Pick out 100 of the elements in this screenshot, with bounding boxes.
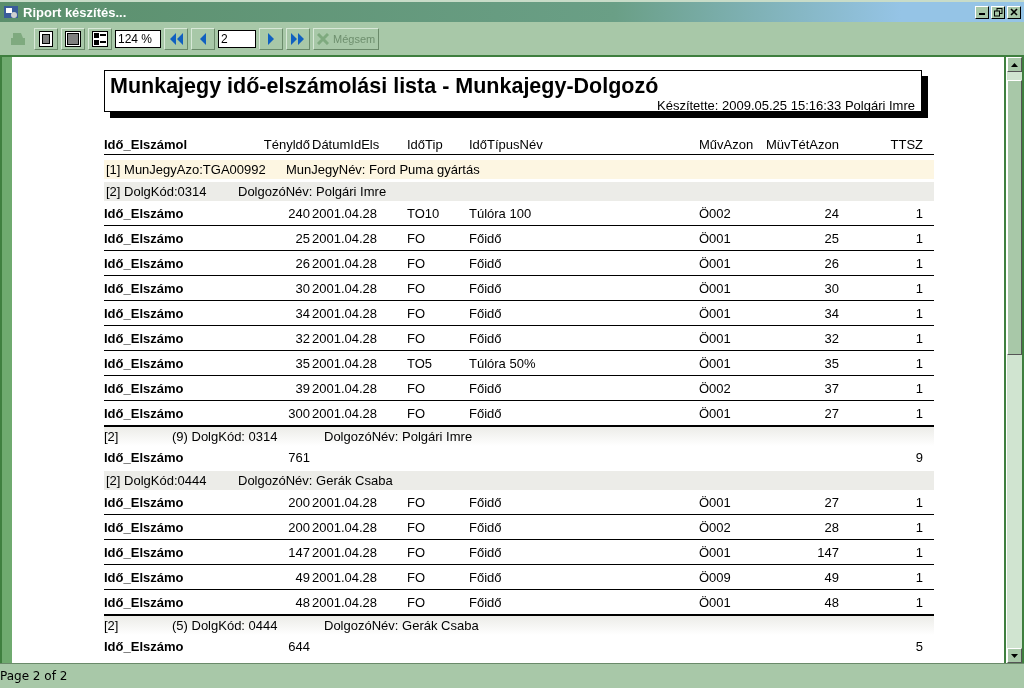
ticket-id-text: [1] MunJegyAzo:TGA00992 — [106, 162, 267, 177]
first-page-button[interactable] — [164, 27, 188, 50]
row-label: Idő_Elszámo — [104, 380, 185, 396]
table-cell-text: 2001.04.28 — [312, 230, 379, 246]
total-count: 9 — [914, 449, 924, 465]
table-cell-text: 2001.04.28 — [312, 494, 379, 510]
table-cell-text: 2001.04.28 — [312, 569, 379, 585]
restore-button[interactable] — [991, 5, 1005, 19]
employee-name-text: DolgozóNév: Polgári Imre — [238, 184, 387, 199]
table-cell-text: 39 — [294, 380, 311, 396]
table-cell-text: 1 — [914, 255, 924, 271]
table-cell-text: 2001.04.28 — [312, 280, 379, 296]
page-button[interactable] — [61, 27, 85, 50]
minimize-button[interactable] — [975, 5, 989, 19]
table-cell-text: 37 — [823, 380, 840, 396]
table-cell-text: 1 — [914, 494, 924, 510]
employee-count-code-text: (5) DolgKód: 0444 — [172, 618, 279, 633]
row-label: Idő_Elszámo — [104, 519, 185, 535]
scroll-up-button[interactable] — [1007, 57, 1022, 72]
employee-name-text: DolgozóNév: Polgári Imre — [324, 429, 473, 444]
table-cell-text: Főidő — [469, 594, 503, 610]
close-button[interactable] — [1007, 5, 1021, 19]
table-cell-text: 2001.04.28 — [312, 519, 379, 535]
table-cell-text: 1 — [914, 280, 924, 296]
table-cell-text: 26 — [294, 255, 311, 271]
table-cell-text: 1 — [914, 569, 924, 585]
row-label: Idő_Elszámo — [104, 305, 185, 321]
double-right-arrow-icon — [290, 30, 306, 47]
total-label: Idő_Elszámo — [104, 638, 185, 654]
table-cell-text: 25 — [823, 230, 840, 246]
table-cell-text: Főidő — [469, 569, 503, 585]
row-label: Idő_Elszámo — [104, 405, 185, 421]
total-count: 5 — [914, 638, 924, 654]
column-header: IdőTip — [407, 136, 444, 152]
table-cell-text: Ö001 — [699, 494, 732, 510]
column-header: Idő_Elszámol — [104, 136, 189, 152]
scrollbar-thumb[interactable] — [1007, 80, 1022, 355]
table-cell-text: 28 — [823, 519, 840, 535]
column-header: Tényldő — [262, 136, 311, 152]
close-icon — [1010, 8, 1018, 16]
table-cell-text: Főidő — [469, 330, 503, 346]
table-cell-text: Túlóra 100 — [469, 205, 533, 221]
previous-page-button[interactable] — [191, 27, 215, 50]
single-page-button[interactable] — [34, 27, 58, 50]
scroll-down-button[interactable] — [1007, 648, 1022, 663]
table-cell-text: 240 — [287, 205, 311, 221]
column-header: MüvTétAzon — [765, 136, 840, 152]
column-header: IdőTípusNév — [469, 136, 544, 152]
last-page-button[interactable] — [286, 27, 310, 50]
table-cell-text: Ö009 — [699, 569, 732, 585]
table-cell-text: 49 — [823, 569, 840, 585]
next-page-button[interactable] — [259, 27, 283, 50]
row-label: Idő_Elszámo — [104, 355, 185, 371]
table-cell-text: 300 — [287, 405, 311, 421]
table-cell-text: Főidő — [469, 519, 503, 535]
table-cell-text: Főidő — [469, 380, 503, 396]
column-header: DátumIdEls — [312, 136, 381, 152]
ticket-name-text: MunJegyNév: Ford Puma gyártás — [286, 162, 480, 177]
table-cell-text: FO — [407, 380, 427, 396]
table-cell-text: 27 — [823, 494, 840, 510]
row-label: Idő_Elszámo — [104, 569, 185, 585]
table-cell-text: 2001.04.28 — [312, 355, 379, 371]
group-level-text: [2] — [104, 429, 120, 444]
row-label: Idő_Elszámo — [104, 494, 185, 510]
status-text: Page 2 of 2 — [0, 669, 68, 683]
table-cell-text: FO — [407, 519, 427, 535]
zoom-field[interactable]: 124 % — [115, 29, 161, 48]
vertical-scrollbar[interactable] — [1006, 57, 1022, 663]
table-cell-text: 1 — [914, 230, 924, 246]
table-cell-text: Főidő — [469, 405, 503, 421]
table-cell-text: 49 — [294, 569, 311, 585]
table-cell-text: 48 — [294, 594, 311, 610]
table-cell-text: 2001.04.28 — [312, 380, 379, 396]
table-cell-text: Ö001 — [699, 305, 732, 321]
table-cell-text: 1 — [914, 544, 924, 560]
table-cell-text: Főidő — [469, 305, 503, 321]
multi-page-button[interactable] — [88, 27, 112, 50]
total-sum: 761 — [287, 449, 311, 465]
page-number-field[interactable]: 2 — [218, 29, 256, 48]
table-cell-text: FO — [407, 544, 427, 560]
table-cell-text: 24 — [823, 205, 840, 221]
table-cell-text: FO — [407, 255, 427, 271]
row-label: Idő_Elszámo — [104, 205, 185, 221]
table-cell-text: 200 — [287, 494, 311, 510]
row-label: Idő_Elszámo — [104, 330, 185, 346]
row-label: Idő_Elszámo — [104, 594, 185, 610]
table-cell-text: Ö002 — [699, 519, 732, 535]
table-cell-text: 2001.04.28 — [312, 594, 379, 610]
page-lines-icon — [65, 30, 81, 47]
multi-page-icon — [92, 30, 108, 47]
table-cell-text: Ö001 — [699, 280, 732, 296]
table-cell-text: 200 — [287, 519, 311, 535]
table-cell-text: 2001.04.28 — [312, 255, 379, 271]
table-cell-text: 147 — [287, 544, 311, 560]
total-sum: 644 — [287, 638, 311, 654]
single-page-icon — [39, 30, 53, 47]
row-label: Idő_Elszámo — [104, 280, 185, 296]
column-header: MűvAzon — [699, 136, 755, 152]
table-cell-text: TO10 — [407, 205, 441, 221]
table-cell-text: 1 — [914, 519, 924, 535]
